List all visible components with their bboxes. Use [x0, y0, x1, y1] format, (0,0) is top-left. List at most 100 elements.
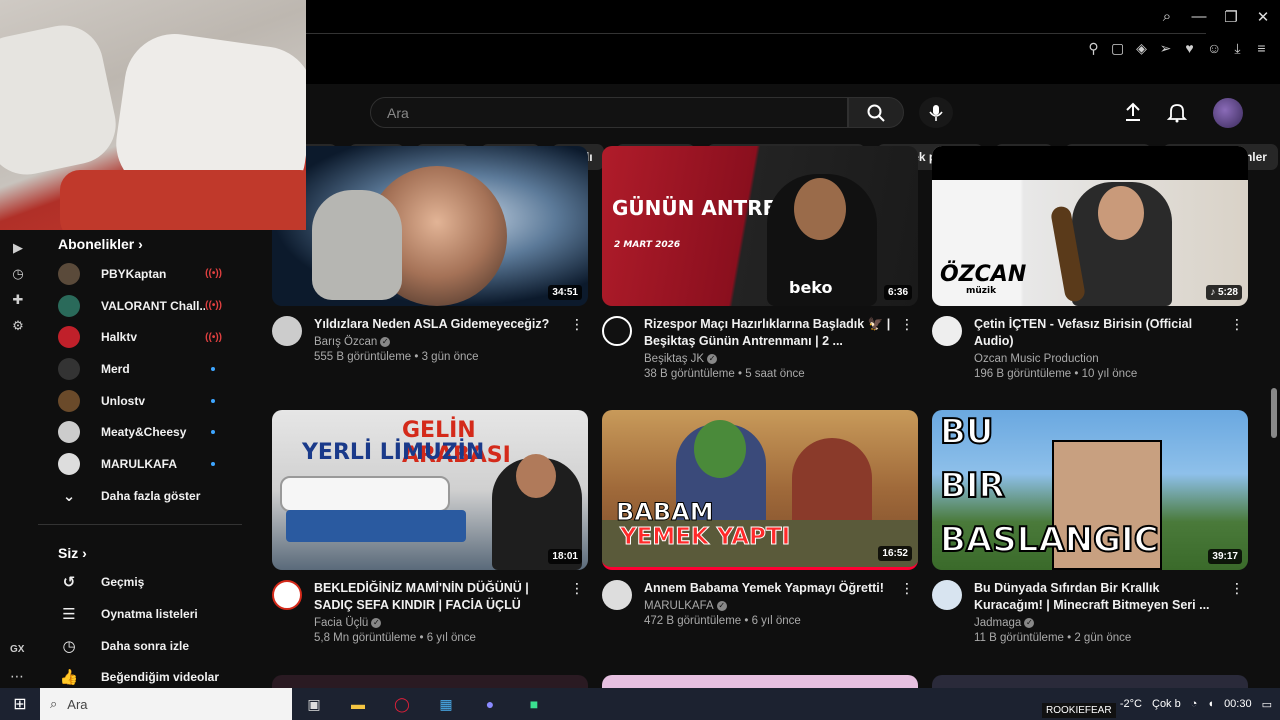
channel-name[interactable]: Beşiktaş JK ✓ — [644, 353, 894, 365]
video-title[interactable]: Annem Babama Yemek Yapmayı Öğretti! — [644, 580, 894, 597]
app-icon[interactable]: ■ — [512, 696, 556, 712]
video-card[interactable]: ÖZCAN müzik ♪ 5:28 Çetin İÇTEN - Vefasız… — [932, 146, 1248, 380]
sidebar-subscription[interactable]: VALORANT Chall... ((•)) — [38, 290, 250, 322]
more-vert-icon[interactable]: ⋮ — [1230, 316, 1244, 333]
taskbar-search[interactable]: ⌕ Ara — [40, 688, 292, 720]
account-avatar[interactable] — [1213, 98, 1243, 128]
sidebar-item[interactable]: ☰ Oynatma listeleri — [38, 598, 250, 630]
restore-icon[interactable]: ❐ — [1222, 8, 1240, 26]
video-thumbnail[interactable]: BABAM YEMEK YAPTI 16:52 — [602, 410, 918, 570]
channel-avatar[interactable] — [932, 580, 962, 610]
send-icon[interactable]: ➢ — [1159, 40, 1172, 57]
more-vert-icon[interactable]: ⋮ — [570, 580, 584, 597]
more-vert-icon[interactable]: ⋮ — [900, 580, 914, 597]
notifications-bell-icon[interactable] — [1166, 101, 1188, 128]
show-more-button[interactable]: ⌄ Daha fazla göster — [38, 480, 250, 512]
settings-icon[interactable]: ⚙ — [0, 318, 36, 344]
weather-desc[interactable]: Çok b — [1152, 698, 1181, 710]
clock[interactable]: 00:30 — [1224, 698, 1252, 710]
channel-name[interactable]: Facia Üçlü ✓ — [314, 617, 564, 629]
sidebar-item[interactable]: ◷ Daha sonra izle — [38, 630, 250, 662]
scrollbar[interactable] — [1271, 388, 1277, 438]
thumbnail-face — [1098, 186, 1144, 240]
video-title[interactable]: Bu Dünyada Sıfırdan Bir Krallık Kuracağı… — [974, 580, 1224, 614]
video-thumbnail[interactable]: GÜNÜN ANTRENMANI 2 MART 2026 beko 6:36 — [602, 146, 918, 306]
video-thumbnail-partial[interactable] — [932, 675, 1248, 689]
upload-icon[interactable] — [1122, 101, 1144, 128]
video-thumbnail-partial[interactable] — [602, 675, 918, 689]
sidebar-subscription[interactable]: Meaty&Cheesy — [38, 416, 250, 448]
video-title[interactable]: BEKLEDİĞİNİZ MAMİ'NİN DÜĞÜNÜ | SADIÇ SEF… — [314, 580, 564, 614]
weather-temp[interactable]: -2°C — [1120, 698, 1142, 710]
shield-icon[interactable]: ◈ — [1135, 40, 1148, 57]
sidebar-subscription[interactable]: MARULKAFA — [38, 448, 250, 480]
video-thumbnail[interactable]: 34:51 — [272, 146, 588, 306]
video-thumbnail[interactable]: GELİN ARABASI YERLİ LİMUZİN 18:01 — [272, 410, 588, 570]
channel-name[interactable]: Ozcan Music Production — [974, 353, 1224, 365]
new-content-dot-icon — [211, 430, 215, 435]
video-title[interactable]: Rizespor Maçı Hazırlıklarına Başladık 🦅 … — [644, 316, 894, 350]
voice-search-button[interactable] — [919, 97, 953, 128]
snapshot-icon[interactable]: ▢ — [1111, 40, 1124, 57]
minimize-icon[interactable]: — — [1190, 8, 1208, 26]
channel-avatar[interactable] — [272, 316, 302, 346]
channel-avatar[interactable] — [602, 580, 632, 610]
search-box[interactable] — [370, 97, 848, 128]
store-icon[interactable]: ▦ — [424, 696, 468, 713]
video-title[interactable]: Çetin İÇTEN - Vefasız Birisin (Official … — [974, 316, 1224, 350]
channel-avatar[interactable] — [272, 580, 302, 610]
video-card[interactable]: 34:51 Yıldızlara Neden ASLA Gidemeyeceği… — [272, 146, 588, 363]
channel-name[interactable]: Barış Özcan ✓ — [314, 336, 564, 348]
player-icon[interactable]: ▶ — [0, 240, 36, 266]
opera-gx-icon[interactable]: ◯ — [380, 696, 424, 713]
video-thumbnail[interactable]: ÖZCAN müzik ♪ 5:28 — [932, 146, 1248, 306]
sidebar-subscription[interactable]: PBYKaptan ((•)) — [38, 258, 250, 290]
sidebar-subscription[interactable]: Unlostv — [38, 385, 250, 417]
task-view-icon[interactable]: ▣ — [292, 696, 336, 713]
history-icon[interactable]: ◷ — [0, 266, 36, 292]
more-vert-icon[interactable]: ⋮ — [570, 316, 584, 333]
heart-icon[interactable]: ♥ — [1183, 40, 1196, 57]
video-thumbnail-partial[interactable] — [272, 675, 588, 689]
gx-icon[interactable]: GX — [10, 644, 24, 655]
file-explorer-icon[interactable]: ▬ — [336, 696, 380, 712]
extensions-icon[interactable]: ✚ — [0, 292, 36, 318]
download-icon[interactable]: ⤓ — [1231, 40, 1244, 57]
divider — [38, 523, 242, 525]
close-icon[interactable]: ✕ — [1254, 8, 1272, 26]
thumbnail-word: BASLANGIC — [939, 519, 1160, 561]
you-header[interactable]: Siz › — [38, 539, 250, 567]
sidebar-subscription[interactable]: Merd — [38, 353, 250, 385]
search-icon[interactable]: ⌕ — [1158, 8, 1176, 26]
video-card[interactable]: BU BIR BASLANGIC 39:17 Bu Dünyada Sıfırd… — [932, 410, 1248, 644]
discord-icon[interactable]: ● — [468, 696, 512, 712]
more-vert-icon[interactable]: ⋮ — [900, 316, 914, 333]
sidebar-item[interactable]: ↺ Geçmiş — [38, 567, 250, 599]
video-duration: 6:36 — [883, 285, 912, 300]
menu-icon[interactable]: ≡ — [1255, 40, 1268, 57]
more-icon[interactable]: ⋯ — [10, 668, 24, 685]
channel-avatar[interactable] — [932, 316, 962, 346]
thumbnail-limo — [280, 476, 450, 512]
volume-icon[interactable]: ◖ — [1207, 698, 1214, 710]
verified-icon: ✓ — [380, 336, 391, 347]
search-input[interactable] — [371, 98, 847, 127]
windows-start-icon[interactable]: ⊞ — [0, 694, 40, 714]
notification-icon[interactable]: ▭ — [1262, 698, 1272, 711]
video-thumbnail[interactable]: BU BIR BASLANGIC 39:17 — [932, 410, 1248, 570]
sidebar-subscription[interactable]: Halktv ((•)) — [38, 321, 250, 353]
video-title[interactable]: Yıldızlara Neden ASLA Gidemeyeceğiz? — [314, 316, 564, 333]
video-card[interactable]: BABAM YEMEK YAPTI 16:52 Annem Babama Yem… — [602, 410, 918, 627]
search-button[interactable] — [848, 97, 904, 128]
new-content-dot-icon — [211, 461, 215, 466]
channel-name[interactable]: Jadmaga ✓ — [974, 617, 1224, 629]
pin-icon[interactable]: ⚲ — [1087, 40, 1100, 57]
profile-icon[interactable]: ☺ — [1207, 40, 1221, 57]
channel-name[interactable]: MARULKAFA ✓ — [644, 600, 894, 612]
video-card[interactable]: GELİN ARABASI YERLİ LİMUZİN 18:01 BEKLED… — [272, 410, 588, 644]
wifi-icon[interactable]: ◔ — [1191, 698, 1198, 710]
video-card[interactable]: GÜNÜN ANTRENMANI 2 MART 2026 beko 6:36 R… — [602, 146, 918, 380]
subscriptions-header[interactable]: Abonelikler › — [38, 230, 250, 258]
more-vert-icon[interactable]: ⋮ — [1230, 580, 1244, 597]
channel-avatar[interactable] — [602, 316, 632, 346]
